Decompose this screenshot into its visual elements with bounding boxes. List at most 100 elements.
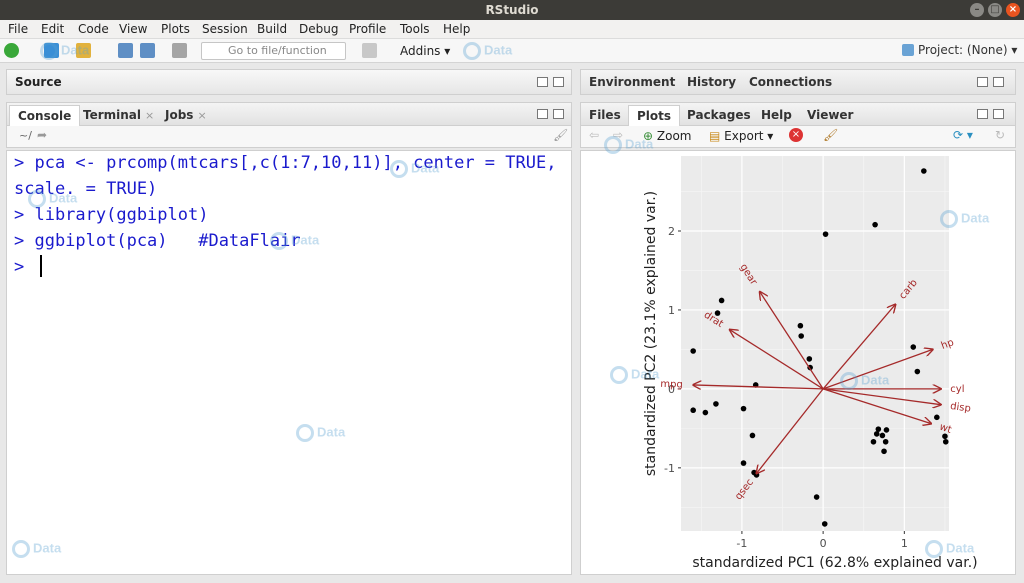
console-line: > pca <- prcomp(mtcars[,c(1:7,10,11)], c… xyxy=(14,153,557,173)
watermark-text: Data xyxy=(961,210,990,226)
watermark-text: Data xyxy=(411,160,440,176)
data-point xyxy=(879,432,886,439)
tab-console[interactable]: Console xyxy=(9,105,81,127)
menu-view[interactable]: View xyxy=(119,22,147,36)
go-to-directory-icon[interactable]: ➦ xyxy=(37,128,47,142)
menu-profile[interactable]: Profile xyxy=(349,22,386,36)
back-arrow-icon[interactable]: ⇦ xyxy=(589,128,599,142)
source-pane-header: Source xyxy=(6,69,572,95)
menu-session[interactable]: Session xyxy=(202,22,248,36)
arrow-label: disp xyxy=(949,401,971,415)
close-icon[interactable]: × xyxy=(1006,3,1020,17)
close-tab-icon[interactable]: × xyxy=(145,109,154,122)
close-tab-icon[interactable]: × xyxy=(197,109,206,122)
data-point xyxy=(875,426,882,432)
menu-code[interactable]: Code xyxy=(78,22,109,36)
watermark-text: Data xyxy=(317,424,346,440)
grid-layout-icon[interactable] xyxy=(362,43,377,58)
tab-history[interactable]: History xyxy=(679,72,744,94)
remove-plot-icon[interactable]: × xyxy=(789,128,803,142)
y-tick-label: 1 xyxy=(668,304,675,317)
export-icon: ▤ xyxy=(709,129,721,143)
publish-icon[interactable]: ⟳ ▾ xyxy=(953,128,973,142)
tab-console-label: Console xyxy=(18,109,72,123)
console-path-bar: ~/ ➦ 🖌 xyxy=(6,126,572,148)
data-point xyxy=(740,460,747,466)
watermark-logo: Data xyxy=(28,190,77,208)
data-point xyxy=(713,401,719,407)
print-icon[interactable] xyxy=(172,43,187,58)
data-point xyxy=(870,438,877,445)
tab-packages[interactable]: Packages xyxy=(679,105,759,127)
menu-bar: File Edit Code View Plots Session Build … xyxy=(0,20,1024,39)
maximize-pane-icon[interactable] xyxy=(553,109,564,119)
tab-connections[interactable]: Connections xyxy=(741,72,840,94)
tab-files[interactable]: Files xyxy=(581,105,629,127)
console-output[interactable]: > pca <- prcomp(mtcars[,c(1:7,10,11)], c… xyxy=(6,150,572,575)
refresh-icon[interactable]: ↻ xyxy=(995,128,1005,142)
clear-console-icon[interactable]: 🖌 xyxy=(553,128,568,142)
clear-plots-icon[interactable]: 🖌 xyxy=(823,128,838,142)
watermark-text: Data xyxy=(33,540,62,556)
tab-help[interactable]: Help xyxy=(753,105,800,127)
tab-jobs[interactable]: Jobs × xyxy=(157,105,215,127)
console-tabbar: Console Terminal × Jobs × xyxy=(6,102,572,127)
watermark-logo: Data xyxy=(463,42,512,60)
goto-file-input[interactable]: Go to file/function xyxy=(201,42,346,60)
watermark-text: Data xyxy=(861,372,890,388)
data-point xyxy=(798,333,804,339)
y-tick-label: 2 xyxy=(668,225,675,238)
addins-menu[interactable]: Addins ▾ xyxy=(400,44,450,58)
project-menu[interactable]: Project: (None) ▾ xyxy=(902,43,1017,57)
tab-plots[interactable]: Plots xyxy=(628,105,681,127)
export-label: Export xyxy=(724,129,764,143)
arrow-label: cyl xyxy=(950,384,964,395)
maximize-pane-icon[interactable] xyxy=(993,77,1004,87)
data-point xyxy=(822,231,829,237)
arrow-label: mpg xyxy=(660,379,683,391)
maximize-pane-icon[interactable] xyxy=(993,109,1004,119)
watermark-text: Data xyxy=(631,366,660,382)
project-label: Project: (None) xyxy=(918,43,1008,57)
zoom-label: Zoom xyxy=(656,129,692,143)
data-point xyxy=(910,344,917,350)
menu-edit[interactable]: Edit xyxy=(41,22,64,36)
tab-environment[interactable]: Environment xyxy=(581,72,683,94)
tab-terminal-label: Terminal xyxy=(83,108,142,122)
data-point xyxy=(821,521,828,527)
menu-tools[interactable]: Tools xyxy=(400,22,430,36)
export-button[interactable]: ▤ Export ▾ xyxy=(709,129,773,143)
data-point xyxy=(797,322,804,329)
data-point xyxy=(882,438,889,445)
menu-build[interactable]: Build xyxy=(257,22,287,36)
new-file-icon[interactable] xyxy=(4,43,19,58)
menu-plots[interactable]: Plots xyxy=(161,22,190,36)
minimize-pane-icon[interactable] xyxy=(977,109,988,119)
maximize-pane-icon[interactable] xyxy=(553,77,564,87)
minimize-pane-icon[interactable] xyxy=(537,109,548,119)
plots-tabbar: Files Plots Packages Help Viewer xyxy=(580,102,1016,127)
project-icon xyxy=(902,44,914,56)
minimize-icon[interactable]: – xyxy=(970,3,984,17)
menu-debug[interactable]: Debug xyxy=(299,22,338,36)
addins-label: Addins xyxy=(400,44,441,58)
tab-terminal[interactable]: Terminal × xyxy=(75,105,162,127)
console-line: > ggbiplot(pca) #DataFlair xyxy=(14,231,301,251)
watermark-logo: Data xyxy=(840,372,889,390)
window-title: RStudio xyxy=(485,3,539,17)
data-point xyxy=(921,168,927,174)
plot-panel xyxy=(681,156,949,531)
data-point xyxy=(690,407,696,414)
x-tick-label: 0 xyxy=(820,537,827,550)
maximize-icon[interactable]: □ xyxy=(988,3,1002,17)
data-point xyxy=(883,427,890,433)
restore-pane-icon[interactable] xyxy=(977,77,988,87)
menu-help[interactable]: Help xyxy=(443,22,470,36)
restore-pane-icon[interactable] xyxy=(537,77,548,87)
tab-viewer[interactable]: Viewer xyxy=(799,105,861,127)
data-point xyxy=(740,405,747,412)
data-point xyxy=(751,469,757,476)
save-all-icon[interactable] xyxy=(140,43,155,58)
save-icon[interactable] xyxy=(118,43,133,58)
menu-file[interactable]: File xyxy=(8,22,28,36)
